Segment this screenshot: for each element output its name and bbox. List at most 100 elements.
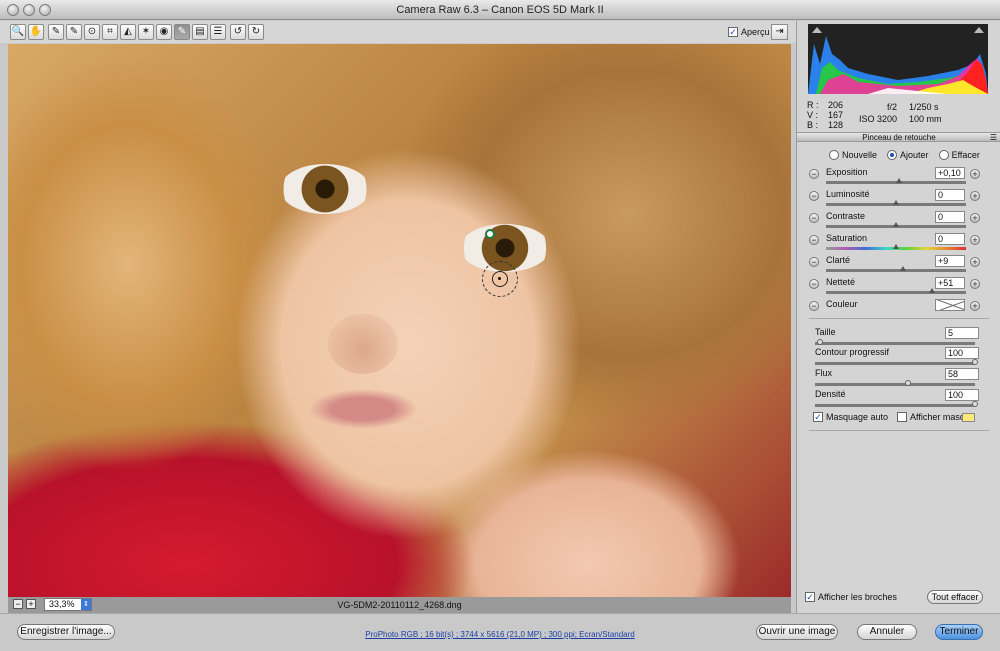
spot-removal-icon[interactable]: ✶ [138,24,154,40]
clarity-slider-thumb[interactable] [900,266,906,271]
contrast-plus-icon[interactable]: + [970,213,980,223]
color-swatch[interactable] [935,299,965,311]
panel-menu-icon[interactable]: ☰ [990,133,997,142]
crop-icon[interactable]: ⌗ [102,24,118,40]
preferences-icon[interactable]: ☰ [210,24,226,40]
sharpness-plus-icon[interactable]: + [970,279,980,289]
mode-erase[interactable]: Effacer [938,150,980,160]
brush-flow-label: Flux [815,368,833,378]
auto-mask-checkbox[interactable]: ✓ [813,412,823,422]
brightness-label: Luminosité [826,189,870,199]
color-minus-icon[interactable]: − [809,301,819,311]
mode-new-label: Nouvelle [842,150,878,160]
cancel-button[interactable]: Annuler [857,624,917,640]
color-sampler-icon[interactable]: ✎ [66,24,82,40]
saturation-minus-icon[interactable]: − [809,235,819,245]
adjustment-brush-icon[interactable]: ✎ [174,24,190,40]
brightness-minus-icon[interactable]: − [809,191,819,201]
straighten-icon[interactable]: ◭ [120,24,136,40]
clarity-plus-icon[interactable]: + [970,257,980,267]
done-button[interactable]: Terminer [935,624,983,640]
brightness-slider-thumb[interactable] [893,200,899,205]
contrast-slider-thumb[interactable] [893,222,899,227]
preview-toggle[interactable]: ✓ Aperçu [728,27,770,37]
mode-add-radio[interactable] [887,150,898,160]
fullscreen-icon[interactable]: ⇥ [771,24,788,40]
contrast-label: Contraste [826,211,866,221]
mask-color-swatch[interactable] [962,413,975,422]
mode-erase-label: Effacer [951,150,980,160]
brush-size-input[interactable]: 5 [945,327,979,339]
show-mask-checkbox[interactable] [897,412,908,422]
exposure-slider-thumb[interactable] [895,178,902,183]
exposure-minus-icon[interactable]: − [809,169,819,179]
brush-feather-slider-thumb[interactable] [972,359,978,365]
saturation-plus-icon[interactable]: + [970,235,980,245]
show-pins-option: ✓ Afficher les broches [805,592,897,602]
mode-add[interactable]: Ajouter [887,150,929,160]
workflow-options-link[interactable]: ProPhoto RGB ; 16 bit(s) ; 3744 x 5616 (… [0,630,1000,639]
brush-density-input[interactable]: 100 [945,389,979,401]
green-label: V : [807,110,819,120]
rgb-readout: R : 206 V : 167 B : 128 [807,100,843,130]
adjustment-pin[interactable] [485,229,495,239]
image-preview[interactable] [8,44,791,597]
preview-checkbox[interactable]: ✓ [728,27,738,37]
green-value: 167 [827,110,843,120]
white-balance-icon[interactable]: ✎ [48,24,64,40]
hand-icon[interactable]: ✋ [28,24,44,40]
highlight-clipping-icon[interactable] [974,27,984,33]
brush-density-slider-thumb[interactable] [972,401,978,407]
saturation-input[interactable]: 0 [935,233,965,245]
brush-feather: Contour progressif 100 [813,347,981,367]
brush-size-slider[interactable] [815,342,975,345]
zoom-icon[interactable]: 🔍 [10,24,26,40]
mode-new[interactable]: Nouvelle [829,150,877,160]
brush-flow-slider[interactable] [815,383,975,386]
brush-flow-slider-thumb[interactable] [904,380,911,386]
sharpness-minus-icon[interactable]: − [809,279,819,289]
mode-new-radio[interactable] [829,150,839,160]
clear-all-button[interactable]: Tout effacer [927,590,983,604]
adjustment-contrast: − Contraste 0 + [809,211,989,233]
saturation-slider-thumb[interactable] [893,244,899,249]
brush-flow-input[interactable]: 58 [945,368,979,380]
right-panel: R : 206 V : 167 B : 128 f/2 1/250 s ISO 3200… [796,21,1000,613]
targeted-adjustment-icon[interactable]: ⊙ [84,24,100,40]
sharpness-slider-thumb[interactable] [929,288,936,293]
graduated-filter-icon[interactable]: ▤ [192,24,208,40]
clarity-input[interactable]: +9 [935,255,965,267]
brush-feather-input[interactable]: 100 [945,347,979,359]
sharpness-slider[interactable] [826,291,966,294]
brush-size-slider-thumb[interactable] [816,339,823,345]
brightness-input[interactable]: 0 [935,189,965,201]
contrast-input[interactable]: 0 [935,211,965,223]
brush-density-slider[interactable] [815,404,975,407]
sharpness-input[interactable]: +51 [935,277,965,289]
shadow-clipping-icon[interactable] [812,27,822,33]
clarity-minus-icon[interactable]: − [809,257,819,267]
rotate-left-icon[interactable]: ↺ [230,24,246,40]
window-title: Camera Raw 6.3 – Canon EOS 5D Mark II [396,4,604,16]
brightness-plus-icon[interactable]: + [970,191,980,201]
brush-feather-slider[interactable] [815,362,975,365]
show-pins-checkbox[interactable]: ✓ [805,592,815,602]
red-eye-icon[interactable]: ◉ [156,24,172,40]
photo-mouth [308,389,418,429]
exposure-input[interactable]: +0,10 [935,167,965,179]
mode-erase-radio[interactable] [938,150,949,160]
adjustment-exposure: − Exposition +0,10 + [809,167,989,189]
adjustment-clarity: − Clarté +9 + [809,255,989,277]
color-plus-icon[interactable]: + [970,301,980,311]
mode-add-label: Ajouter [900,150,929,160]
photo-left-eye [280,164,370,214]
show-pins-label: Afficher les broches [818,592,897,602]
exposure-plus-icon[interactable]: + [970,169,980,179]
clarity-slider[interactable] [826,269,966,272]
contrast-minus-icon[interactable]: − [809,213,819,223]
bottom-bar: Enregistrer l'image... ProPhoto RGB ; 16… [0,613,1000,651]
open-image-button[interactable]: Ouvrir une image [756,624,838,640]
preview-status-bar: − + 33,3% ⇕ VG-5DM2-20110112_4268.dng [8,597,791,613]
rotate-right-icon[interactable]: ↻ [248,24,264,40]
shutter-value: 1/250 s [909,102,939,112]
